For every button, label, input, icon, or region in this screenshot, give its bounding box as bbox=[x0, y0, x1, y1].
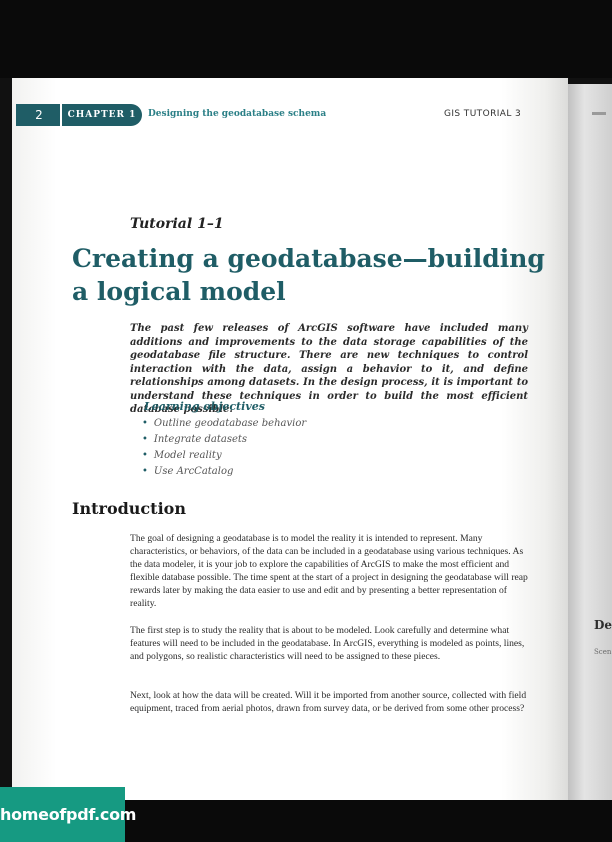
list-item: • Outline geodatabase behavior bbox=[142, 416, 306, 432]
bullet-icon: • bbox=[142, 434, 148, 445]
chapter-title: Designing the geodatabase schema bbox=[148, 109, 327, 119]
next-page-mark bbox=[592, 112, 606, 115]
next-page-subtext-fragment: Scen bbox=[594, 648, 612, 656]
bullet-icon: • bbox=[142, 466, 148, 477]
next-page-edge bbox=[566, 84, 612, 800]
body-paragraph: The first step is to study the reality t… bbox=[130, 625, 525, 663]
objective-text: Outline geodatabase behavior bbox=[153, 418, 307, 429]
list-item: • Integrate datasets bbox=[142, 432, 306, 448]
tutorial-label: Tutorial 1–1 bbox=[130, 216, 224, 232]
chapter-header: 2 CHAPTER 1 bbox=[16, 104, 142, 126]
objective-text: Integrate datasets bbox=[153, 434, 248, 445]
body-paragraph: The goal of designing a geodatabase is t… bbox=[130, 533, 528, 610]
bullet-icon: • bbox=[142, 418, 148, 429]
objective-text: Use ArcCatalog bbox=[153, 466, 234, 477]
page-title: Creating a geodatabase—building a logica… bbox=[72, 244, 545, 306]
learning-objectives-title: Learning objectives bbox=[144, 400, 265, 413]
bullet-icon: • bbox=[142, 450, 148, 461]
chapter-label: CHAPTER 1 bbox=[60, 104, 142, 126]
body-paragraph: Next, look at how the data will be creat… bbox=[130, 690, 527, 715]
objective-text: Model reality bbox=[153, 450, 222, 461]
running-head: GIS TUTORIAL 3 bbox=[444, 109, 522, 119]
section-heading: Introduction bbox=[72, 499, 186, 518]
page-number: 2 bbox=[16, 104, 62, 126]
list-item: • Model reality bbox=[142, 448, 306, 464]
scan-background-top bbox=[0, 0, 612, 78]
next-page-heading-fragment: Des bbox=[594, 618, 612, 632]
list-item: • Use ArcCatalog bbox=[142, 464, 306, 480]
learning-objectives-list: • Outline geodatabase behavior • Integrate… bbox=[142, 416, 306, 480]
watermark-logo: homeofpdf.com bbox=[0, 787, 136, 842]
